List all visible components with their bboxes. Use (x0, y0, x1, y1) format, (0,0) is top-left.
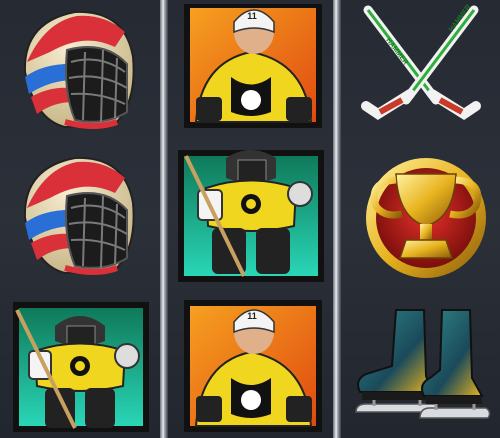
reel-divider (333, 0, 341, 438)
goalie-player-symbol (5, 296, 155, 436)
trophy-symbol (346, 148, 496, 288)
goalie-mask-symbol (5, 148, 155, 288)
skater-player-symbol: 11 (176, 296, 326, 436)
skates-symbol (346, 296, 496, 436)
hockey-sticks-symbol: HAMMER HAMMER (346, 2, 496, 142)
slot-reels: 11 11 HAMMER HAMMER (0, 0, 500, 438)
goalie-mask-symbol (5, 2, 155, 142)
reel-divider (160, 0, 168, 438)
player-number: 11 (247, 11, 257, 21)
player-number: 11 (247, 311, 257, 321)
skater-player-symbol: 11 (176, 2, 326, 142)
goalie-player-symbol (176, 148, 326, 288)
